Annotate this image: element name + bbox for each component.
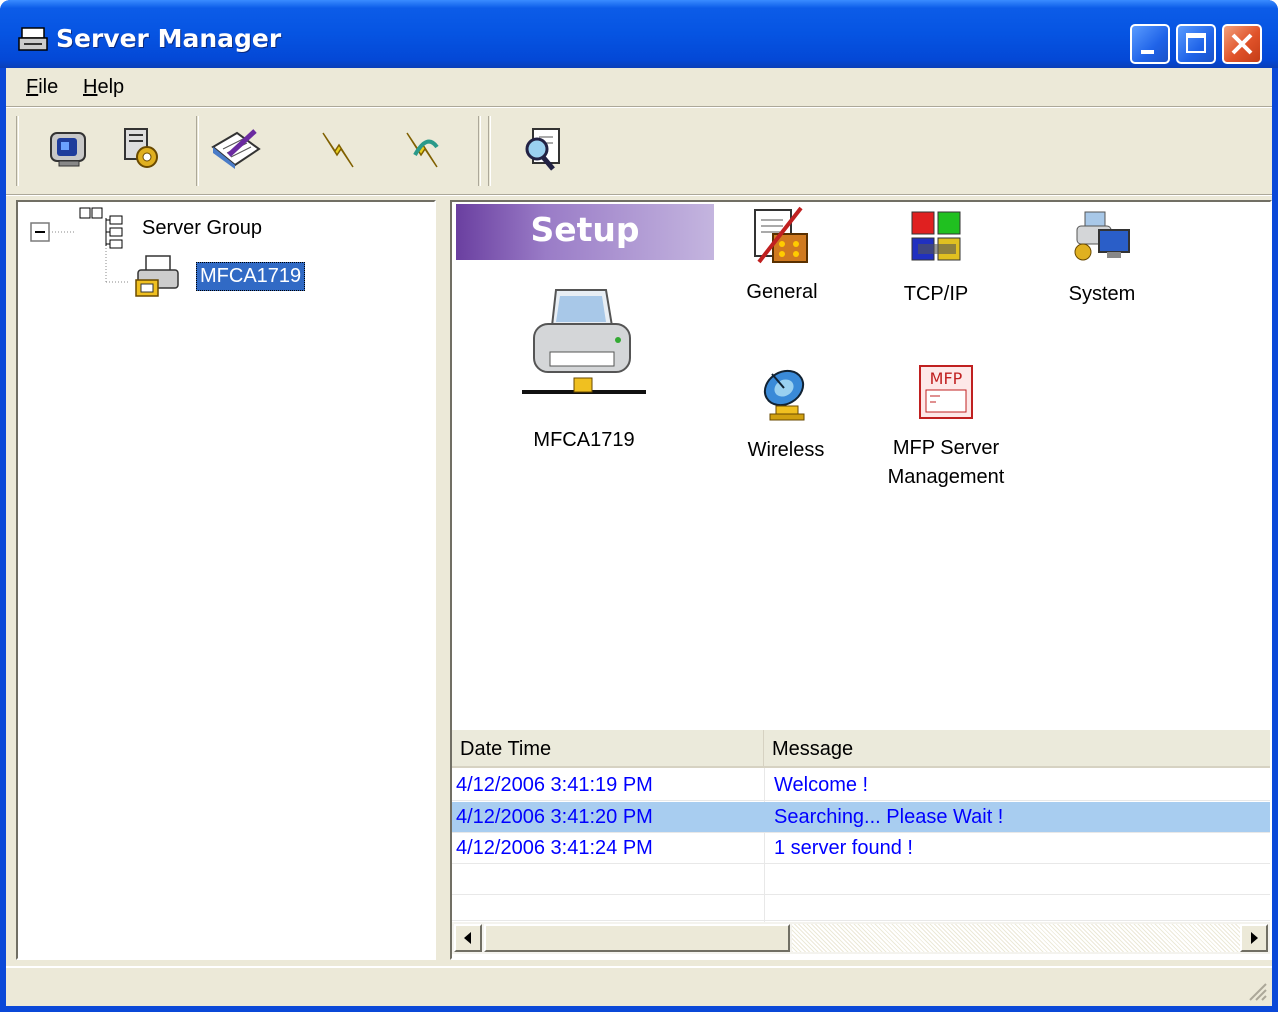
setup-item-wireless[interactable]: Wireless — [738, 362, 834, 465]
log-row[interactable]: 4/12/2006 3:41:20 PM Searching... Please… — [452, 802, 1270, 833]
general-label: General — [746, 281, 818, 303]
tree-label-mfca1719: MFCA1719 — [196, 261, 306, 291]
wireless-label: Wireless — [747, 439, 825, 461]
notepad-pen-icon — [211, 129, 261, 169]
system-label: System — [1068, 283, 1136, 305]
server-manager-window: Server Manager File Help Server Group MF… — [0, 0, 1278, 1012]
menu-help-label: elp — [97, 76, 125, 98]
menu-file-mnemonic: F — [26, 76, 39, 98]
maximize-button[interactable] — [1176, 24, 1216, 64]
server-tree-pane[interactable]: Server Group MFCA1719 — [16, 200, 436, 960]
setup-pane: Setup MFCA1719 General TCP/IP System Wir… — [450, 200, 1272, 960]
title-bar[interactable]: Server Manager — [0, 0, 1278, 68]
horizontal-scrollbar[interactable] — [452, 922, 1270, 954]
app-printer-icon — [18, 27, 48, 51]
log-datetime: 4/12/2006 3:41:20 PM — [456, 806, 653, 828]
setup-item-tcpip[interactable]: TCP/IP — [888, 208, 984, 309]
tcpip-label: TCP/IP — [903, 283, 969, 305]
menu-help-mnemonic: H — [83, 76, 98, 98]
log-message: 1 server found ! — [774, 837, 913, 859]
device-mfca1719[interactable]: MFCA1719 — [514, 286, 654, 455]
mfp-label-line2: Management — [887, 466, 1005, 488]
close-icon — [1231, 33, 1253, 55]
wireless-satellite-icon — [763, 369, 805, 421]
mfp-label-line1: MFP Server — [892, 437, 1000, 459]
log-datetime: 4/12/2006 3:41:24 PM — [456, 837, 653, 859]
column-header-datetime[interactable]: Date Time — [452, 730, 764, 768]
tree-node-mfca1719[interactable]: MFCA1719 — [132, 252, 306, 300]
setup-item-system[interactable]: System — [1054, 208, 1150, 309]
tcpip-icon — [911, 211, 961, 261]
toolbar-separator — [478, 116, 481, 186]
toolbar-separator — [196, 116, 199, 186]
log-message: Welcome ! — [774, 774, 869, 796]
toolbar-bottom-separator — [6, 194, 1272, 196]
log-row[interactable]: 4/12/2006 3:41:19 PM Welcome ! — [452, 770, 1270, 801]
server-settings-icon — [124, 128, 158, 168]
window-client-area: File Help Server Group MFCA1719 Setup MF… — [6, 68, 1272, 1006]
log-row-empty — [452, 895, 1270, 921]
toolbar-separator — [488, 116, 491, 186]
close-button[interactable] — [1222, 24, 1262, 64]
mfp-badge-text: MFP — [930, 369, 963, 388]
print-server-icon — [135, 255, 179, 297]
system-icon — [1074, 211, 1130, 261]
setup-item-general[interactable]: General — [734, 204, 830, 307]
log-header: Date Time Message — [452, 730, 1270, 768]
toolbar-server-settings-button[interactable] — [110, 118, 172, 180]
minimize-icon — [1141, 50, 1154, 54]
toolbar — [6, 110, 1272, 192]
device-label: MFCA1719 — [533, 429, 635, 451]
window-title: Server Manager — [56, 24, 282, 53]
menu-bar: File Help — [6, 68, 1272, 106]
scroll-track[interactable] — [792, 924, 1240, 952]
status-bar — [6, 966, 1272, 1006]
toolbar-connect-button[interactable] — [306, 118, 368, 180]
setup-item-mfp-server-management[interactable]: MFP MFP Server Management — [872, 362, 1020, 492]
log-row-empty — [452, 864, 1270, 895]
log-message: Searching... Please Wait ! — [774, 806, 1004, 828]
general-settings-icon — [754, 206, 808, 264]
tree-label-server-group: Server Group — [142, 216, 263, 239]
lightning-arrow-icon — [406, 132, 439, 168]
menu-file[interactable]: File — [26, 76, 58, 99]
monitor-icon — [50, 132, 86, 167]
minimize-button[interactable] — [1130, 24, 1170, 64]
server-group-icon — [79, 207, 123, 249]
scroll-thumb[interactable] — [484, 924, 790, 952]
maximize-icon — [1186, 33, 1206, 53]
setup-banner: Setup — [456, 204, 714, 260]
scroll-left-button[interactable] — [454, 924, 482, 952]
toolbar-grip — [16, 116, 19, 186]
setup-title: Setup — [530, 210, 640, 249]
log-row[interactable]: 4/12/2006 3:41:24 PM 1 server found ! — [452, 833, 1270, 864]
log-datetime: 4/12/2006 3:41:19 PM — [456, 774, 653, 796]
toolbar-disconnect-button[interactable] — [390, 118, 452, 180]
lightning-icon — [322, 132, 354, 168]
printer-icon — [522, 289, 646, 394]
menu-file-label: ile — [38, 76, 59, 98]
toolbar-notepad-button[interactable] — [206, 118, 268, 180]
mfp-icon: MFP — [919, 365, 973, 419]
menu-separator — [6, 106, 1272, 108]
toolbar-search-button[interactable] — [512, 118, 574, 180]
resize-grip-icon[interactable] — [1244, 978, 1268, 1002]
scroll-right-button[interactable] — [1240, 924, 1268, 952]
tree-node-server-group[interactable]: Server Group — [78, 206, 262, 250]
arrow-right-icon — [1251, 932, 1258, 944]
search-document-icon — [525, 128, 560, 171]
toolbar-monitor-button[interactable] — [38, 118, 100, 180]
column-header-message[interactable]: Message — [764, 730, 1270, 768]
menu-help[interactable]: Help — [83, 76, 124, 99]
arrow-left-icon — [464, 932, 471, 944]
log-list[interactable]: Date Time Message 4/12/2006 3:41:19 PM W… — [452, 730, 1270, 958]
